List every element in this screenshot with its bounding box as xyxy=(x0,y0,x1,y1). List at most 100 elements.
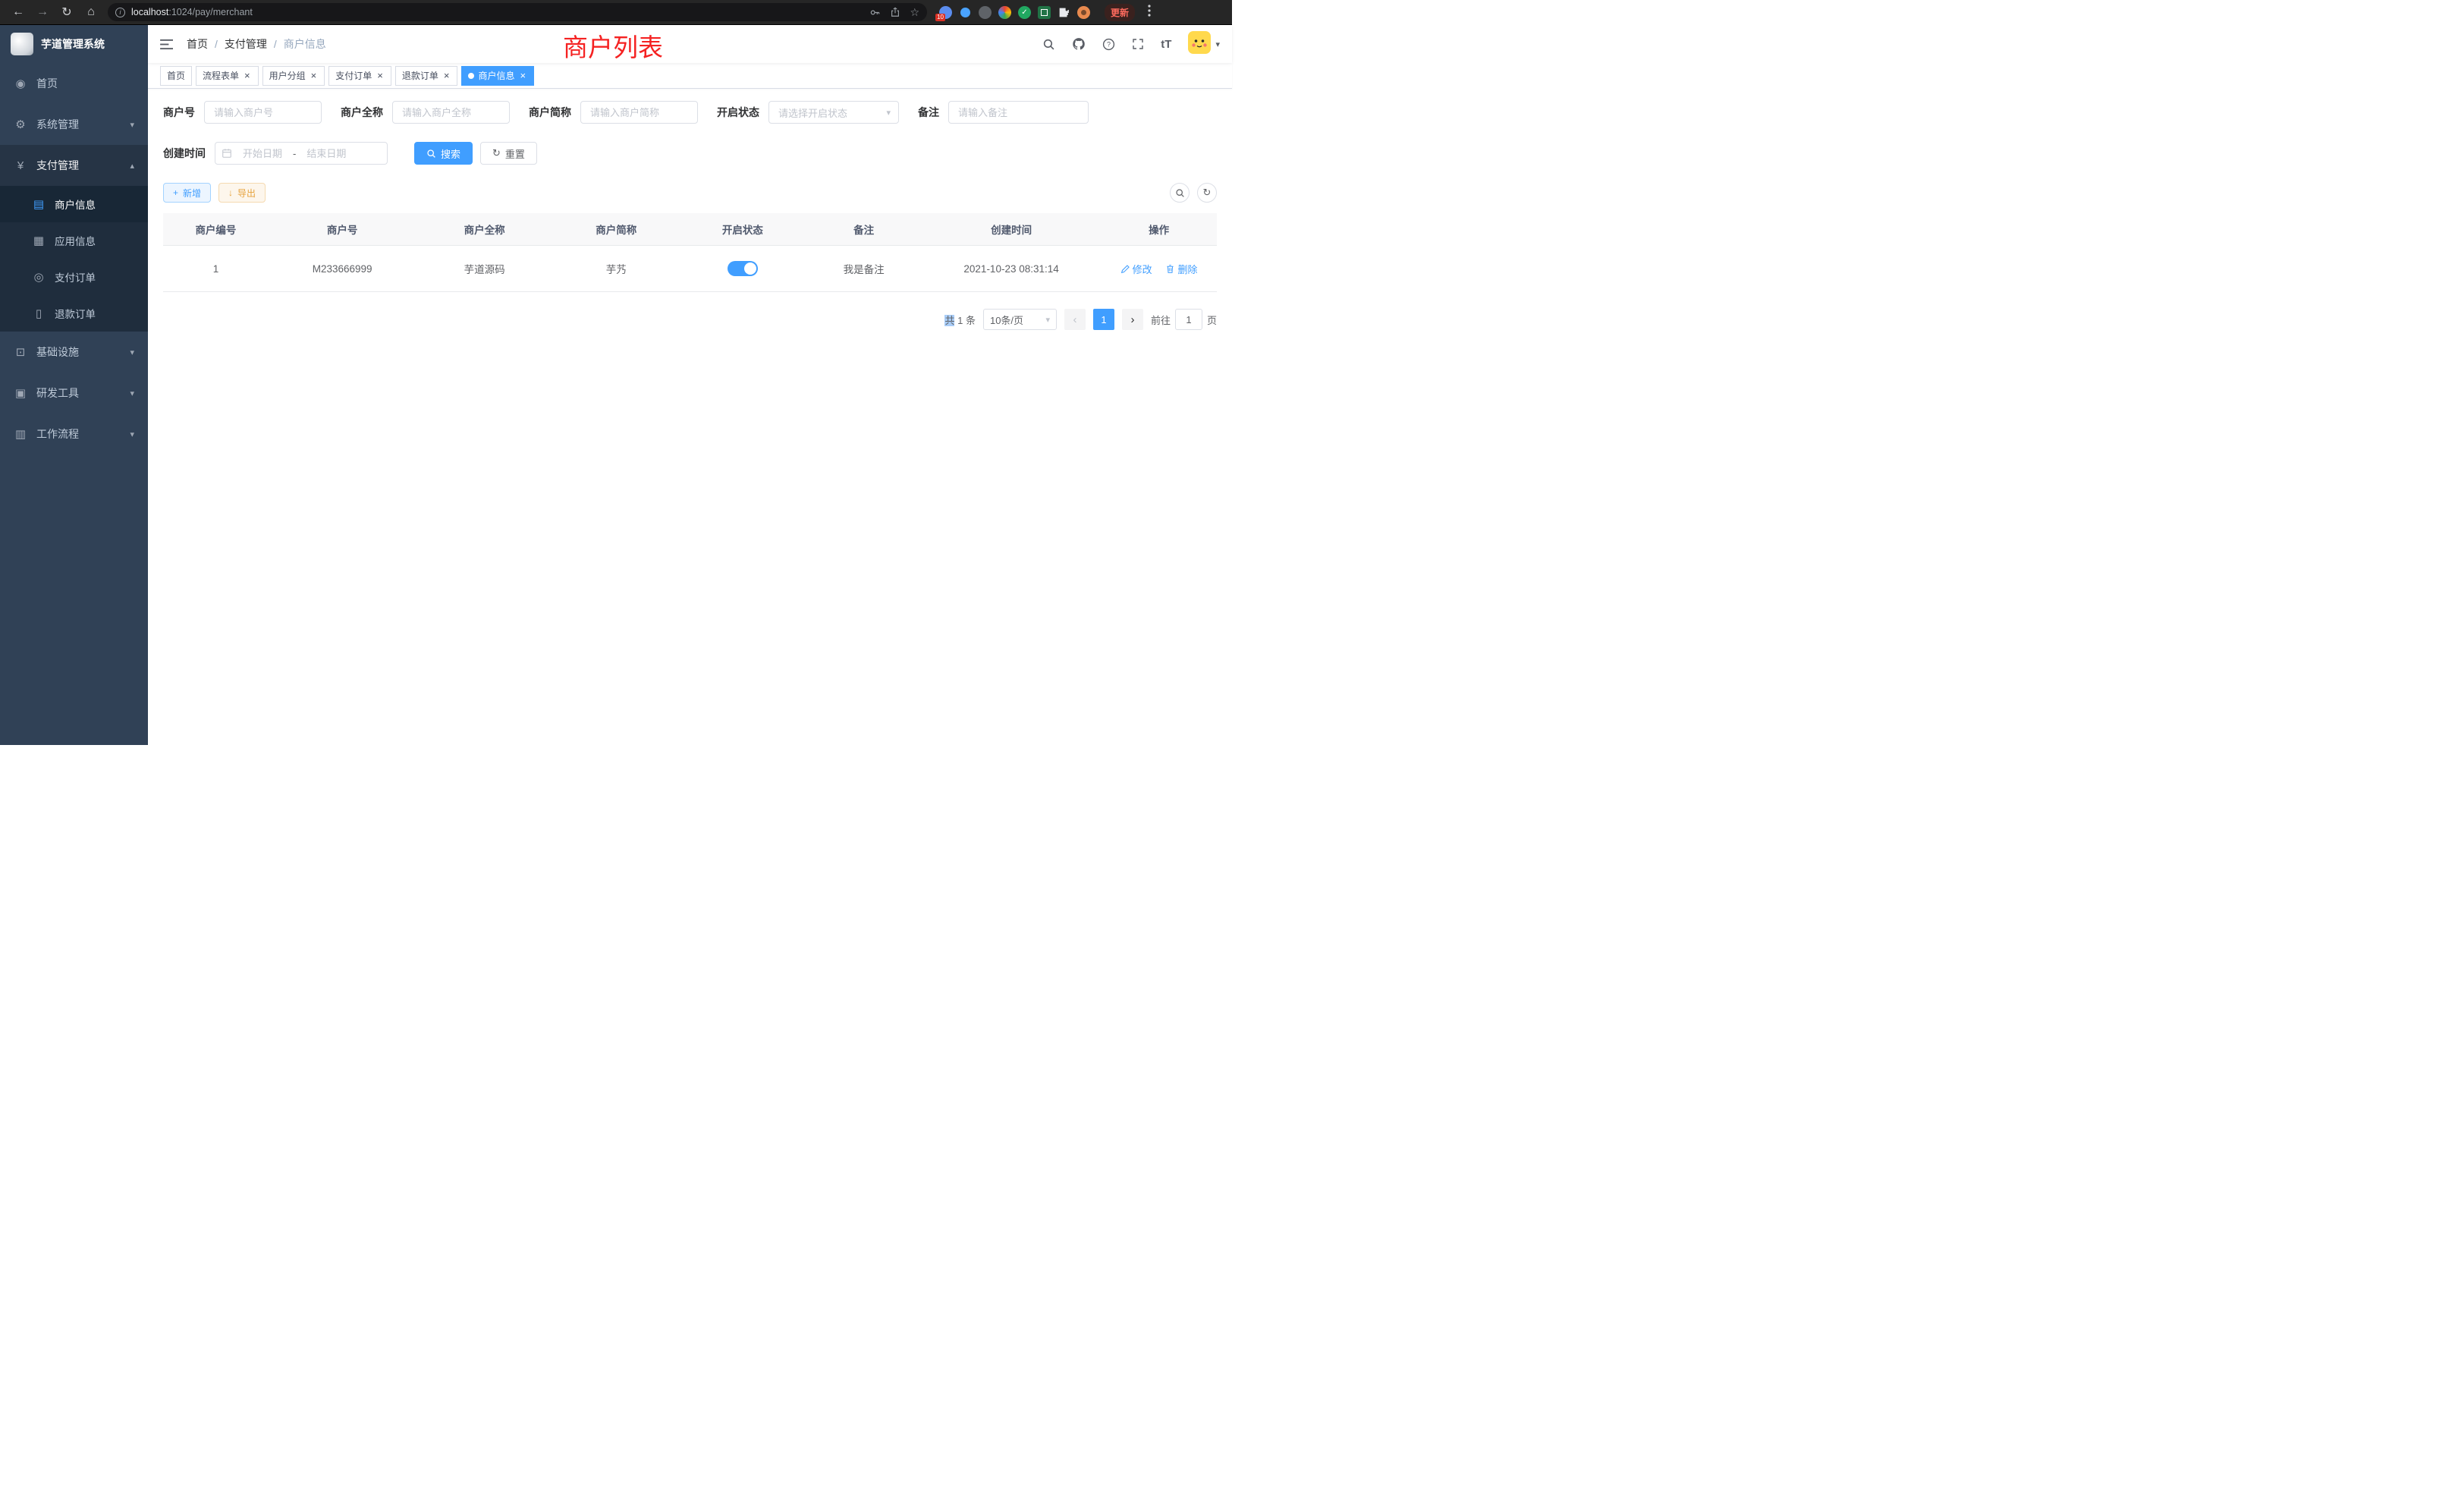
tab-process-form[interactable]: 流程表单 × xyxy=(196,66,259,86)
user-avatar xyxy=(1188,31,1211,58)
sidebar-item-home[interactable]: ◉ 首页 xyxy=(0,63,148,104)
prev-page-button[interactable]: ‹ xyxy=(1064,309,1086,330)
sidebar-item-refund-order[interactable]: ▯ 退款订单 xyxy=(0,295,148,332)
date-end-input[interactable] xyxy=(299,148,354,159)
help-icon[interactable]: ? xyxy=(1102,38,1115,51)
short-name-input[interactable] xyxy=(580,101,698,124)
extension-icon-1[interactable]: 10 xyxy=(939,6,952,19)
yen-icon: ¥ xyxy=(14,159,27,172)
sidebar-item-system[interactable]: ⚙ 系统管理 ▾ xyxy=(0,104,148,145)
sidebar-item-label: 系统管理 xyxy=(36,117,130,132)
document-icon: ▯ xyxy=(32,306,46,320)
delete-link[interactable]: 删除 xyxy=(1165,262,1197,276)
extension-icon-2[interactable] xyxy=(960,8,970,17)
reset-button[interactable]: ↻ 重置 xyxy=(480,142,537,165)
sidebar-item-merchant-info[interactable]: ▤ 商户信息 xyxy=(0,186,148,222)
sidebar: 芋道管理系统 ◉ 首页 ⚙ 系统管理 ▾ ¥ 支付管理 ▴ ▤ 商户信息 ▦ 应… xyxy=(0,25,148,745)
breadcrumb-separator: / xyxy=(215,38,218,50)
extensions-puzzle-icon[interactable] xyxy=(1058,6,1070,19)
full-name-input[interactable] xyxy=(392,101,510,124)
page-1-button[interactable]: 1 xyxy=(1093,309,1114,330)
monitor-icon: ⊡ xyxy=(14,345,27,359)
edit-link[interactable]: 修改 xyxy=(1120,262,1152,276)
tab-refund-order[interactable]: 退款订单 × xyxy=(395,66,458,86)
breadcrumb-item-payment[interactable]: 支付管理 xyxy=(225,36,267,52)
toggle-search-button[interactable] xyxy=(1170,183,1190,203)
extension-icon-5[interactable]: ✓ xyxy=(1018,6,1031,19)
browser-forward-icon[interactable]: → xyxy=(32,5,53,19)
search-form-row-2: 创建时间 - 搜索 ↻ 重置 xyxy=(163,142,1217,165)
table-header-row: 商户编号 商户号 商户全称 商户简称 开启状态 备注 创建时间 操作 xyxy=(163,213,1217,246)
goto-suffix: 页 xyxy=(1207,313,1217,327)
font-size-icon[interactable]: tT xyxy=(1161,38,1171,51)
fullscreen-icon[interactable] xyxy=(1132,38,1144,50)
merchant-no-input[interactable] xyxy=(204,101,322,124)
table-toolbar: + 新增 ↓ 导出 ↻ xyxy=(163,183,1217,203)
site-info-icon[interactable]: i xyxy=(115,8,125,17)
cell-merchant-no: M233666999 xyxy=(269,246,416,292)
browser-profile-avatar[interactable] xyxy=(1077,6,1090,19)
extension-icon-4[interactable] xyxy=(998,6,1011,19)
add-button[interactable]: + 新增 xyxy=(163,183,211,203)
browser-refresh-icon[interactable]: ↻ xyxy=(56,5,77,20)
close-icon[interactable]: × xyxy=(310,71,319,80)
extension-icon-3[interactable] xyxy=(979,6,992,19)
close-icon[interactable]: × xyxy=(518,71,527,80)
browser-back-icon[interactable]: ← xyxy=(8,5,29,19)
github-icon[interactable] xyxy=(1072,37,1086,51)
search-icon[interactable] xyxy=(1042,38,1055,51)
status-select[interactable]: 请选择开启状态 ▾ xyxy=(768,101,899,124)
tab-home[interactable]: 首页 xyxy=(160,66,192,86)
full-name-label: 商户全称 xyxy=(341,105,383,120)
col-full-name: 商户全称 xyxy=(416,213,553,246)
hamburger-icon[interactable] xyxy=(160,39,174,50)
extension-icon-6[interactable] xyxy=(1038,6,1051,19)
tab-label: 商户信息 xyxy=(478,69,514,82)
sidebar-item-pay-order[interactable]: ◎ 支付订单 xyxy=(0,259,148,295)
short-name-label: 商户简称 xyxy=(529,105,571,120)
status-label: 开启状态 xyxy=(717,105,759,120)
tab-pay-order[interactable]: 支付订单 × xyxy=(328,66,391,86)
close-icon[interactable]: × xyxy=(376,71,385,80)
password-key-icon[interactable] xyxy=(869,7,881,18)
date-start-input[interactable] xyxy=(235,148,290,159)
user-menu[interactable]: ▾ xyxy=(1188,31,1220,58)
next-page-button[interactable]: › xyxy=(1122,309,1143,330)
breadcrumb-item-merchant: 商户信息 xyxy=(284,36,326,52)
tab-label: 用户分组 xyxy=(269,69,306,82)
sidebar-item-workflow[interactable]: ▥ 工作流程 ▾ xyxy=(0,413,148,454)
share-icon[interactable] xyxy=(890,7,900,17)
status-select-placeholder: 请选择开启状态 xyxy=(778,105,847,120)
logo-avatar xyxy=(11,33,33,55)
create-time-range-picker[interactable]: - xyxy=(215,142,388,165)
export-button[interactable]: ↓ 导出 xyxy=(218,183,266,203)
sidebar-item-label: 支付管理 xyxy=(36,158,130,173)
breadcrumb-item-home[interactable]: 首页 xyxy=(187,36,208,52)
browser-update-button[interactable]: 更新 xyxy=(1105,4,1135,21)
page-size-value: 10条/页 xyxy=(990,313,1023,327)
sidebar-item-dev-tools[interactable]: ▣ 研发工具 ▾ xyxy=(0,372,148,413)
cell-create-time: 2021-10-23 08:31:14 xyxy=(922,246,1101,292)
tab-merchant-info[interactable]: 商户信息 × xyxy=(461,66,534,86)
close-icon[interactable]: × xyxy=(442,71,451,80)
refresh-table-button[interactable]: ↻ xyxy=(1197,183,1217,203)
close-icon[interactable]: × xyxy=(243,71,252,80)
cell-status xyxy=(680,246,806,292)
goto-page-input[interactable] xyxy=(1175,309,1202,330)
sidebar-item-payment[interactable]: ¥ 支付管理 ▴ xyxy=(0,145,148,186)
tab-user-group[interactable]: 用户分组 × xyxy=(262,66,325,86)
page-size-select[interactable]: 10条/页 ▾ xyxy=(983,309,1057,330)
status-toggle[interactable] xyxy=(728,261,758,276)
sidebar-item-app-info[interactable]: ▦ 应用信息 xyxy=(0,222,148,259)
app-logo[interactable]: 芋道管理系统 xyxy=(0,25,148,63)
bookmark-star-icon[interactable]: ☆ xyxy=(910,6,919,19)
col-remark: 备注 xyxy=(806,213,922,246)
search-button[interactable]: 搜索 xyxy=(414,142,473,165)
remark-input[interactable] xyxy=(948,101,1089,124)
browser-home-icon[interactable]: ⌂ xyxy=(80,5,102,19)
page-content: 商户号 商户全称 商户简称 开启状态 请选择开启状态 ▾ xyxy=(148,89,1232,745)
browser-menu-icon[interactable] xyxy=(1148,5,1151,20)
address-bar[interactable]: i localhost:1024/pay/merchant ☆ xyxy=(108,3,927,21)
sidebar-item-label: 支付订单 xyxy=(55,269,134,284)
sidebar-item-infrastructure[interactable]: ⊡ 基础设施 ▾ xyxy=(0,332,148,372)
